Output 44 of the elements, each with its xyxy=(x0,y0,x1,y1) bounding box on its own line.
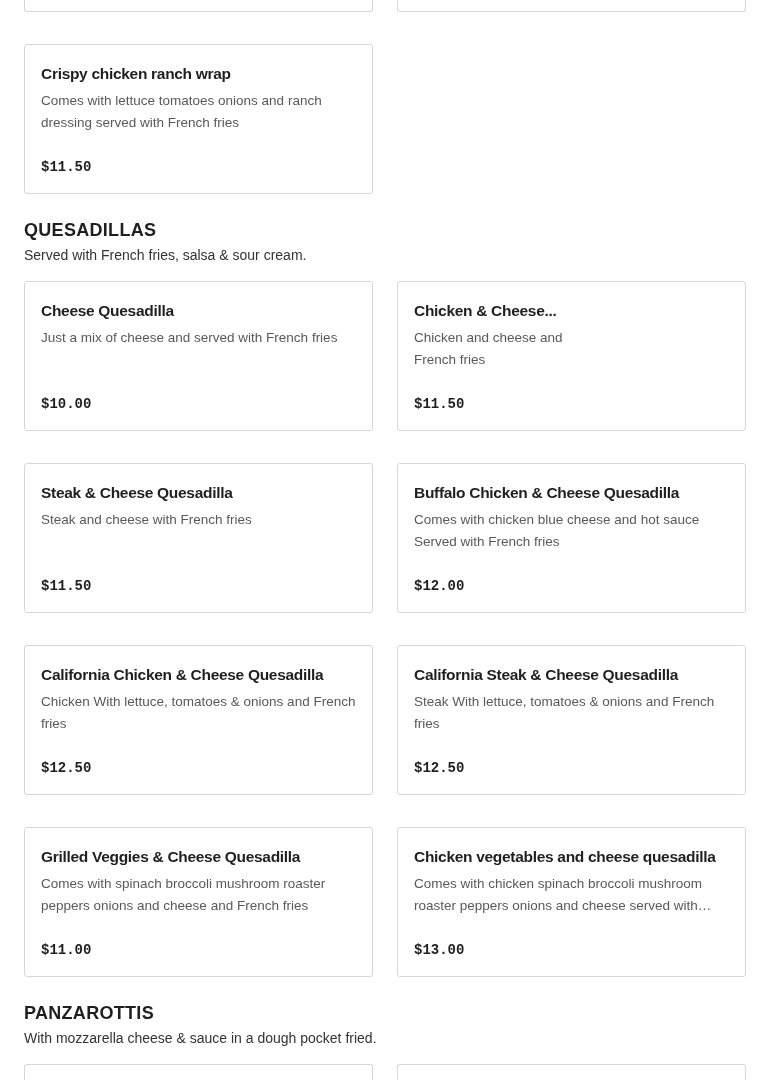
item-name: Chicken vegetables and cheese quesadilla xyxy=(414,847,717,867)
item-description: Just a mix of cheese and served with French fries xyxy=(41,329,339,347)
menu-item-card[interactable]: Chicken vegetables and cheese quesadilla Comes with chicken spinach broccoli mushroom roaster peppers onions and cheese served with… $13.00 xyxy=(397,827,746,977)
menu-item-card[interactable]: Buffalo Chicken & Cheese Quesadilla Comes with chicken blue cheese and hot sauce Served with French fries $12.00 xyxy=(397,463,746,613)
menu-card[interactable] xyxy=(24,0,373,12)
menu-card[interactable] xyxy=(397,0,746,12)
item-description: Chicken and cheese and French fries xyxy=(414,329,564,369)
item-price: $12.00 xyxy=(414,577,466,595)
item-price: $13.00 xyxy=(414,941,466,959)
section-subtitle: Served with French fries, salsa & sour cream. xyxy=(24,246,308,264)
menu-item-card[interactable]: Cheese Quesadilla Just a mix of cheese and served with French fries $10.00 xyxy=(24,281,373,431)
section-heading: QUESADILLAS xyxy=(24,219,158,241)
menu-item-card[interactable]: Steak & Cheese Quesadilla Steak and cheese with French fries $11.50 xyxy=(24,463,373,613)
item-description: Chicken With lettuce, tomatoes & onions and French fries xyxy=(41,693,356,733)
item-description: Steak With lettuce, tomatoes & onions and French fries xyxy=(414,693,716,733)
item-price: $12.50 xyxy=(414,759,466,777)
menu-item-card[interactable]: California Chicken & Cheese Quesadilla Chicken With lettuce, tomatoes & onions and French fries $12.50 xyxy=(24,645,373,795)
menu-item-card[interactable]: Grilled Veggies & Cheese Quesadilla Comes with spinach broccoli mushroom roaster peppers onions and cheese and French fries $11.00 xyxy=(24,827,373,977)
item-price: $10.00 xyxy=(41,395,93,413)
item-price: $12.50 xyxy=(41,759,93,777)
item-price: $11.00 xyxy=(41,941,93,959)
item-name: Crispy chicken ranch wrap xyxy=(41,64,232,84)
item-name: California Chicken & Cheese Quesadilla xyxy=(41,665,325,685)
item-name: Chicken & Cheese... xyxy=(414,301,558,321)
menu-card[interactable] xyxy=(24,1064,373,1080)
item-name: Grilled Veggies & Cheese Quesadilla xyxy=(41,847,302,867)
item-name: Steak & Cheese Quesadilla xyxy=(41,483,234,503)
section-heading: PANZAROTTIS xyxy=(24,1002,155,1024)
menu-item-card[interactable]: Chicken & Cheese... Chicken and cheese and French fries $11.50 xyxy=(397,281,746,431)
item-name: California Steak & Cheese Quesadilla xyxy=(414,665,680,685)
item-description: Steak and cheese with French fries xyxy=(41,511,253,529)
menu-item-card[interactable]: Crispy chicken ranch wrap Comes with lettuce tomatoes onions and ranch dressing served with French fries $11.50 xyxy=(24,44,373,194)
item-description: Comes with spinach broccoli mushroom roaster peppers onions and cheese and French fries xyxy=(41,875,327,915)
item-price: $11.50 xyxy=(41,577,93,595)
menu-item-card[interactable]: California Steak & Cheese Quesadilla Steak With lettuce, tomatoes & onions and French fries $12.50 xyxy=(397,645,746,795)
item-description: Comes with chicken spinach broccoli mushroom roaster peppers onions and cheese served with… xyxy=(414,875,713,915)
menu-card[interactable] xyxy=(397,1064,746,1080)
item-description: Comes with chicken blue cheese and hot sauce Served with French fries xyxy=(414,511,701,551)
item-name: Buffalo Chicken & Cheese Quesadilla xyxy=(414,483,681,503)
item-price: $11.50 xyxy=(414,395,466,413)
section-subtitle: With mozzarella cheese & sauce in a dough pocket fried. xyxy=(24,1029,378,1047)
item-price: $11.50 xyxy=(41,158,93,176)
item-name: Cheese Quesadilla xyxy=(41,301,176,321)
item-description: Comes with lettuce tomatoes onions and ranch dressing served with French fries xyxy=(41,92,323,132)
